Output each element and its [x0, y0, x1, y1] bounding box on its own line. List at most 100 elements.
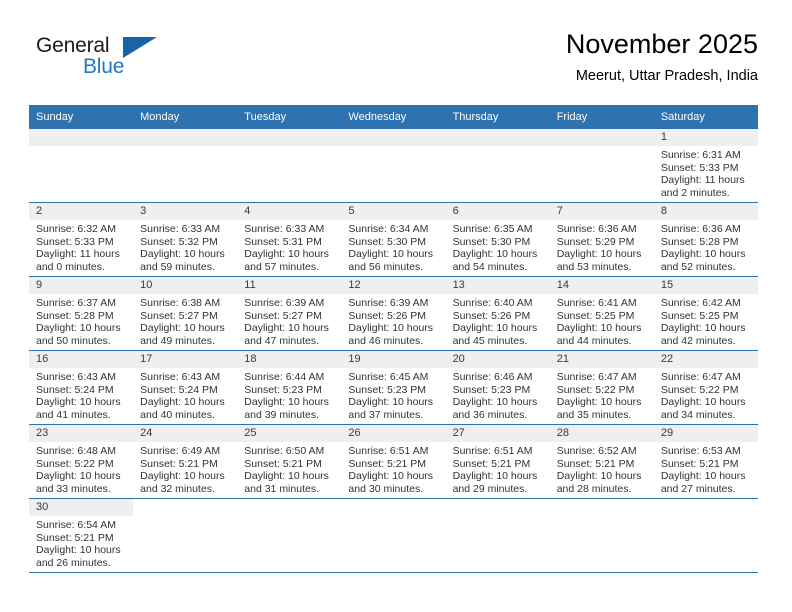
daylight-text-line2: and 29 minutes.	[452, 482, 528, 495]
calendar-empty-cell	[237, 498, 342, 572]
calendar-bottom-rule	[29, 572, 758, 573]
sunset-text: Sunset: 5:33 PM	[660, 161, 739, 174]
sunrise-text: Sunrise: 6:36 AM	[556, 223, 637, 235]
day-number: 5	[341, 203, 446, 220]
logo-triangle-icon	[123, 37, 157, 58]
day-details: Sunrise: 6:51 AM Sunset: 5:21 PM Daylight:…	[446, 442, 550, 495]
day-details: Sunrise: 6:52 AM Sunset: 5:21 PM Daylight:…	[550, 442, 654, 495]
day-number: 24	[133, 425, 238, 442]
day-details: Sunrise: 6:37 AM Sunset: 5:28 PM Daylight:…	[29, 294, 133, 347]
day-details: Sunrise: 6:51 AM Sunset: 5:21 PM Daylight:…	[341, 442, 445, 495]
general-blue-logo[interactable]: General Blue	[34, 34, 224, 90]
day-number: 22	[653, 351, 758, 368]
calendar-day-cell[interactable]: 28 Sunrise: 6:52 AM Sunset: 5:21 PM Dayligh…	[549, 424, 654, 499]
day-number: 15	[653, 277, 758, 294]
calendar-day-cell[interactable]: 6 Sunrise: 6:35 AM Sunset: 5:30 PM Daylight…	[445, 202, 550, 277]
day-details: Sunrise: 6:48 AM Sunset: 5:22 PM Daylight:…	[29, 442, 133, 495]
daylight-text-line1: Daylight: 10 hours	[452, 248, 538, 261]
calendar-day-cell[interactable]: 14 Sunrise: 6:41 AM Sunset: 5:25 PM Dayligh…	[549, 276, 654, 351]
calendar-empty-cell	[445, 498, 550, 572]
calendar-empty-cell	[445, 129, 550, 203]
day-number-placeholder	[341, 129, 446, 146]
calendar-day-cell[interactable]: 15 Sunrise: 6:42 AM Sunset: 5:25 PM Dayligh…	[653, 276, 758, 351]
daylight-text-line2: and 50 minutes.	[36, 334, 111, 347]
daylight-text-line2: and 49 minutes.	[140, 334, 215, 347]
daylight-text-line2: and 27 minutes.	[660, 482, 736, 495]
sunrise-text: Sunrise: 6:51 AM	[348, 445, 429, 457]
day-number: 10	[133, 277, 238, 294]
daylight-text-line1: Daylight: 10 hours	[36, 470, 121, 483]
calendar-day-cell[interactable]: 29 Sunrise: 6:53 AM Sunset: 5:21 PM Dayligh…	[653, 424, 758, 499]
logo-word-blue: Blue	[83, 55, 125, 78]
calendar-day-cell[interactable]: 22 Sunrise: 6:47 AM Sunset: 5:22 PM Dayligh…	[653, 350, 758, 425]
calendar-day-cell[interactable]: 19 Sunrise: 6:45 AM Sunset: 5:23 PM Dayligh…	[341, 350, 446, 425]
calendar-day-cell[interactable]: 17 Sunrise: 6:43 AM Sunset: 5:24 PM Dayligh…	[133, 350, 238, 425]
daylight-text-line1: Daylight: 10 hours	[452, 470, 538, 483]
daylight-text-line1: Daylight: 10 hours	[244, 322, 329, 335]
daylight-text-line2: and 54 minutes.	[452, 260, 528, 273]
sunset-text: Sunset: 5:29 PM	[556, 235, 635, 248]
weekday-header-friday: Friday	[549, 105, 654, 129]
sunrise-text: Sunrise: 6:34 AM	[348, 223, 429, 235]
daylight-text-line1: Daylight: 10 hours	[140, 322, 225, 335]
calendar-day-cell[interactable]: 16 Sunrise: 6:43 AM Sunset: 5:24 PM Dayligh…	[29, 350, 134, 425]
sunrise-text: Sunrise: 6:41 AM	[556, 297, 637, 309]
sunrise-text: Sunrise: 6:39 AM	[244, 297, 325, 309]
day-number-placeholder	[549, 129, 654, 146]
calendar-day-cell[interactable]: 27 Sunrise: 6:51 AM Sunset: 5:21 PM Dayligh…	[445, 424, 550, 499]
calendar-day-cell[interactable]: 25 Sunrise: 6:50 AM Sunset: 5:21 PM Dayligh…	[237, 424, 342, 499]
calendar-day-cell[interactable]: 23 Sunrise: 6:48 AM Sunset: 5:22 PM Dayligh…	[29, 424, 134, 499]
daylight-text-line1: Daylight: 10 hours	[452, 322, 538, 335]
page-header: General Blue November 2025 Meerut, Uttar…	[34, 28, 758, 90]
calendar-day-cell[interactable]: 26 Sunrise: 6:51 AM Sunset: 5:21 PM Dayligh…	[341, 424, 446, 499]
daylight-text-line2: and 56 minutes.	[348, 260, 424, 273]
calendar-day-cell[interactable]: 11 Sunrise: 6:39 AM Sunset: 5:27 PM Dayligh…	[237, 276, 342, 351]
calendar-day-cell[interactable]: 24 Sunrise: 6:49 AM Sunset: 5:21 PM Dayligh…	[133, 424, 238, 499]
day-number: 19	[341, 351, 446, 368]
calendar-day-cell[interactable]: 20 Sunrise: 6:46 AM Sunset: 5:23 PM Dayligh…	[445, 350, 550, 425]
calendar-day-cell[interactable]: 21 Sunrise: 6:47 AM Sunset: 5:22 PM Dayligh…	[549, 350, 654, 425]
day-details: Sunrise: 6:36 AM Sunset: 5:29 PM Daylight:…	[550, 220, 654, 273]
daylight-text-line2: and 28 minutes.	[556, 482, 632, 495]
day-details: Sunrise: 6:35 AM Sunset: 5:30 PM Daylight:…	[446, 220, 550, 273]
sunrise-text: Sunrise: 6:40 AM	[452, 297, 533, 309]
daylight-text-line2: and 42 minutes.	[660, 334, 736, 347]
calendar-day-cell[interactable]: 12 Sunrise: 6:39 AM Sunset: 5:26 PM Dayligh…	[341, 276, 446, 351]
daylight-text-line1: Daylight: 10 hours	[140, 396, 225, 409]
daylight-text-line2: and 31 minutes.	[244, 482, 319, 495]
calendar-day-cell[interactable]: 5 Sunrise: 6:34 AM Sunset: 5:30 PM Daylight…	[341, 202, 446, 277]
weekday-header-sunday: Sunday	[29, 105, 134, 129]
calendar-header-row: Sunday Monday Tuesday Wednesday Thursday Frid…	[29, 105, 758, 129]
calendar-day-cell[interactable]: 1 Sunrise: 6:31 AM Sunset: 5:33 PM Daylight…	[653, 129, 758, 203]
day-number: 21	[549, 351, 654, 368]
day-number: 12	[341, 277, 446, 294]
sunrise-text: Sunrise: 6:49 AM	[140, 445, 221, 457]
sunrise-text: Sunrise: 6:42 AM	[660, 297, 741, 309]
calendar-day-cell[interactable]: 2 Sunrise: 6:32 AM Sunset: 5:33 PM Daylight…	[29, 202, 134, 277]
calendar-day-cell[interactable]: 7 Sunrise: 6:36 AM Sunset: 5:29 PM Daylight…	[549, 202, 654, 277]
weekday-header-monday: Monday	[133, 105, 238, 129]
daylight-text-line1: Daylight: 10 hours	[140, 470, 225, 483]
calendar-day-cell[interactable]: 10 Sunrise: 6:38 AM Sunset: 5:27 PM Dayligh…	[133, 276, 238, 351]
calendar-day-cell[interactable]: 9 Sunrise: 6:37 AM Sunset: 5:28 PM Daylight…	[29, 276, 134, 351]
calendar-day-cell[interactable]: 4 Sunrise: 6:33 AM Sunset: 5:31 PM Daylight…	[237, 202, 342, 277]
sunrise-text: Sunrise: 6:50 AM	[244, 445, 325, 457]
sunset-text: Sunset: 5:31 PM	[244, 235, 322, 248]
sunrise-text: Sunrise: 6:39 AM	[348, 297, 429, 309]
daylight-text-line2: and 52 minutes.	[660, 260, 736, 273]
calendar-day-cell[interactable]: 3 Sunrise: 6:33 AM Sunset: 5:32 PM Daylight…	[133, 202, 238, 277]
calendar-day-cell[interactable]: 8 Sunrise: 6:36 AM Sunset: 5:28 PM Daylight…	[653, 202, 758, 277]
daylight-text-line1: Daylight: 10 hours	[348, 470, 434, 483]
calendar-week-row: 30 Sunrise: 6:54 AM Sunset: 5:21 PM Dayligh…	[29, 498, 758, 572]
sunset-text: Sunset: 5:30 PM	[348, 235, 427, 248]
calendar-day-cell[interactable]: 30 Sunrise: 6:54 AM Sunset: 5:21 PM Dayligh…	[29, 498, 134, 572]
daylight-text-line1: Daylight: 10 hours	[244, 470, 329, 483]
day-number: 11	[237, 277, 342, 294]
sunrise-text: Sunrise: 6:43 AM	[140, 371, 221, 383]
daylight-text-line1: Daylight: 10 hours	[244, 248, 329, 261]
day-details: Sunrise: 6:33 AM Sunset: 5:31 PM Daylight:…	[237, 220, 341, 273]
calendar-day-cell[interactable]: 13 Sunrise: 6:40 AM Sunset: 5:26 PM Dayligh…	[445, 276, 550, 351]
calendar-day-cell[interactable]: 18 Sunrise: 6:44 AM Sunset: 5:23 PM Dayligh…	[237, 350, 342, 425]
sunrise-text: Sunrise: 6:51 AM	[452, 445, 533, 457]
sunset-text: Sunset: 5:27 PM	[244, 309, 322, 322]
